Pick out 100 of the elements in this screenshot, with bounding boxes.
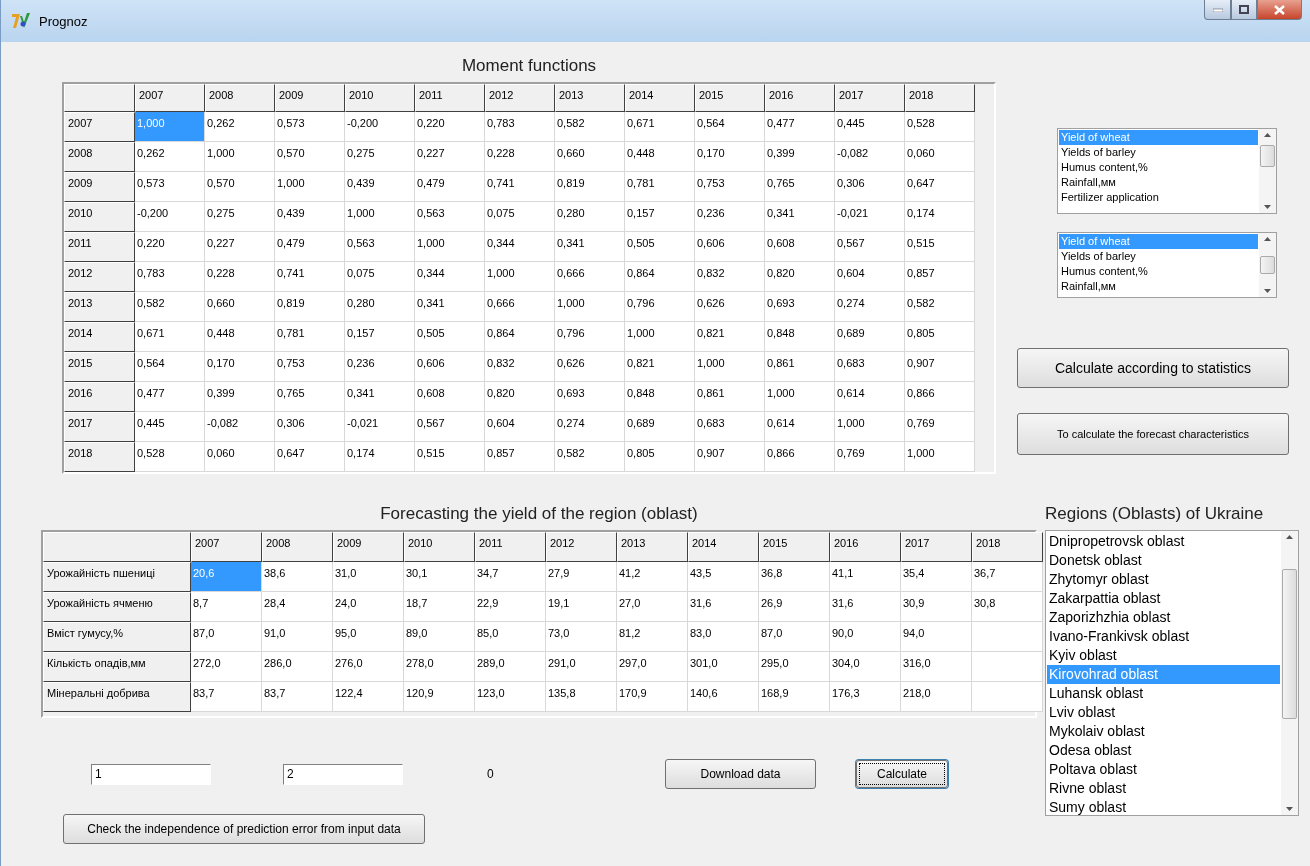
table-cell[interactable]: 27,0 (617, 592, 688, 622)
table-cell[interactable]: 35,4 (901, 562, 972, 592)
list-box[interactable]: Yield of wheat Yields of barley Humus content,% Rainfall,мм Fertilizer application (1057, 128, 1277, 214)
table-cell[interactable]: 0,781 (625, 172, 695, 202)
table-cell[interactable]: 0,660 (555, 142, 625, 172)
table-cell[interactable]: 0,765 (275, 382, 345, 412)
table-cell[interactable]: 0,228 (485, 142, 555, 172)
table-cell[interactable]: 0,820 (485, 382, 555, 412)
table-cell[interactable]: 0,783 (485, 112, 555, 142)
table-cell[interactable]: 0,528 (905, 112, 975, 142)
table-cell[interactable]: 0,819 (555, 172, 625, 202)
table-cell[interactable]: 122,4 (333, 682, 404, 712)
table-cell[interactable]: 276,0 (333, 652, 404, 682)
table-cell[interactable]: 0,832 (695, 262, 765, 292)
table-cell[interactable]: 1,000 (415, 232, 485, 262)
table-cell[interactable]: -0,082 (835, 142, 905, 172)
list-box[interactable] (1045, 530, 1299, 816)
table-cell[interactable]: 0,769 (905, 412, 975, 442)
table-cell[interactable]: -0,021 (835, 202, 905, 232)
table-cell[interactable]: 0,060 (205, 442, 275, 472)
table-cell[interactable]: 0,220 (135, 232, 205, 262)
table-cell[interactable]: 170,9 (617, 682, 688, 712)
table-cell[interactable]: 31,6 (688, 592, 759, 622)
table-cell[interactable]: 36,8 (759, 562, 830, 592)
table-cell[interactable]: 0,741 (485, 172, 555, 202)
table-cell[interactable]: 0,582 (555, 442, 625, 472)
table-cell[interactable]: -0,021 (345, 412, 415, 442)
table-cell[interactable]: 0,848 (765, 322, 835, 352)
table-cell[interactable]: 0,477 (765, 112, 835, 142)
table-cell[interactable]: 0,647 (275, 442, 345, 472)
table-cell[interactable]: 41,1 (830, 562, 901, 592)
table-cell[interactable]: 120,9 (404, 682, 475, 712)
table-cell[interactable]: 0,157 (625, 202, 695, 232)
table-cell[interactable]: 0,614 (835, 382, 905, 412)
table-cell[interactable]: 0,227 (415, 142, 485, 172)
table-cell[interactable]: 0,683 (835, 352, 905, 382)
table-cell[interactable]: 0,563 (345, 232, 415, 262)
table-cell[interactable]: 291,0 (546, 652, 617, 682)
table-cell[interactable]: 43,5 (688, 562, 759, 592)
list-item[interactable]: Fertilizer application (1059, 190, 1258, 205)
table-cell[interactable]: 0,515 (905, 232, 975, 262)
table-cell[interactable]: 31,0 (333, 562, 404, 592)
table-cell[interactable]: 168,9 (759, 682, 830, 712)
table-cell[interactable]: 123,0 (475, 682, 546, 712)
table-cell[interactable]: 0,174 (905, 202, 975, 232)
table-cell[interactable]: 89,0 (404, 622, 475, 652)
table-cell[interactable]: 140,6 (688, 682, 759, 712)
table-cell[interactable]: 0,796 (625, 292, 695, 322)
table-cell[interactable]: 0,567 (415, 412, 485, 442)
table-cell[interactable]: 30,8 (972, 592, 1043, 622)
list-item[interactable]: Ivano-Frankivsk oblast (1047, 627, 1280, 646)
table-cell[interactable]: 0,660 (205, 292, 275, 322)
table-cell[interactable]: 0,604 (485, 412, 555, 442)
table-cell[interactable]: 1,000 (485, 262, 555, 292)
minimize-button[interactable] (1204, 0, 1231, 20)
table-cell[interactable]: 0,647 (905, 172, 975, 202)
table-cell[interactable]: 0,765 (765, 172, 835, 202)
table-cell[interactable]: 0,445 (835, 112, 905, 142)
table-cell[interactable]: 297,0 (617, 652, 688, 682)
maximize-button[interactable] (1231, 0, 1257, 20)
table-cell[interactable]: 0,666 (555, 262, 625, 292)
scroll-up-icon[interactable] (1264, 237, 1271, 241)
list-item[interactable]: Rainfall,мм (1059, 175, 1258, 190)
scroll-up-icon[interactable] (1264, 133, 1271, 137)
table-cell[interactable]: 135,8 (546, 682, 617, 712)
table-cell[interactable]: 1,000 (555, 292, 625, 322)
scroll-up-icon[interactable] (1286, 535, 1293, 539)
table-cell[interactable]: 0,861 (765, 352, 835, 382)
scroll-down-icon[interactable] (1264, 289, 1271, 293)
list-item[interactable]: Poltava oblast (1047, 760, 1280, 779)
table-cell[interactable]: 0,075 (345, 262, 415, 292)
table-cell[interactable]: 0,563 (415, 202, 485, 232)
table-cell[interactable]: 1,000 (765, 382, 835, 412)
table-cell[interactable]: 0,796 (555, 322, 625, 352)
table-cell[interactable]: 0,448 (625, 142, 695, 172)
list-item[interactable]: Lviv oblast (1047, 703, 1280, 722)
table-cell[interactable]: 19,1 (546, 592, 617, 622)
table-cell[interactable]: 91,0 (262, 622, 333, 652)
scroll-thumb[interactable] (1260, 256, 1275, 274)
table-cell[interactable]: 304,0 (830, 652, 901, 682)
table-cell[interactable]: 0,683 (695, 412, 765, 442)
forecast-characteristics-button[interactable]: To calculate the forecast characteristics (1017, 413, 1289, 455)
scroll-thumb[interactable] (1282, 569, 1297, 719)
check-independence-button[interactable]: Check the independence of prediction error from input data (63, 814, 425, 844)
table-cell[interactable]: 0,866 (905, 382, 975, 412)
download-button[interactable]: Download data (665, 759, 816, 789)
table-cell[interactable]: 28,4 (262, 592, 333, 622)
table-cell[interactable]: 286,0 (262, 652, 333, 682)
table-cell[interactable]: 0,228 (205, 262, 275, 292)
table-cell[interactable]: 0,857 (485, 442, 555, 472)
table-cell[interactable]: 0,564 (695, 112, 765, 142)
table-cell[interactable]: 0,262 (205, 112, 275, 142)
table-cell[interactable]: 36,7 (972, 562, 1043, 592)
scrollbar[interactable] (1281, 531, 1298, 815)
table-cell[interactable]: 30,9 (901, 592, 972, 622)
table-cell[interactable]: 83,0 (688, 622, 759, 652)
table-cell[interactable]: 0,606 (695, 232, 765, 262)
table-cell[interactable]: 95,0 (333, 622, 404, 652)
table-cell[interactable]: 34,7 (475, 562, 546, 592)
table-cell[interactable]: 301,0 (688, 652, 759, 682)
